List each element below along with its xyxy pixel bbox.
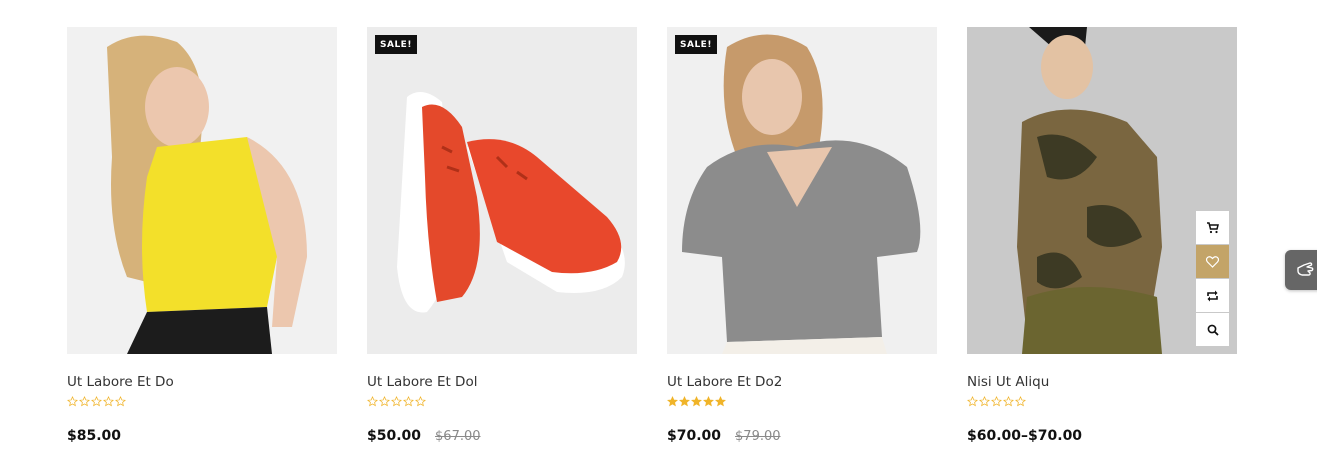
star-icon bbox=[115, 396, 126, 407]
star-icon bbox=[667, 396, 678, 407]
product-image[interactable] bbox=[967, 27, 1237, 354]
product-old-price: $79.00 bbox=[735, 429, 781, 444]
cart-icon bbox=[1206, 221, 1219, 233]
product-actions bbox=[1196, 211, 1229, 346]
compare-button[interactable] bbox=[1196, 279, 1229, 312]
star-icon bbox=[715, 396, 726, 407]
hand-pointer-icon bbox=[1297, 262, 1314, 276]
star-icon bbox=[415, 396, 426, 407]
product-card[interactable]: Nisi Ut Aliqu $60.00–$70.00 bbox=[967, 27, 1237, 444]
floating-tool-button[interactable] bbox=[1285, 250, 1317, 290]
product-grid: Ut Labore Et Do $85.00 SALE! Ut Labore E… bbox=[67, 27, 1237, 444]
price-row: $85.00 bbox=[67, 428, 337, 444]
star-icon bbox=[691, 396, 702, 407]
product-title[interactable]: Ut Labore Et Do bbox=[67, 374, 337, 390]
star-icon bbox=[991, 396, 1002, 407]
product-card[interactable]: SALE! Ut Labore Et Do2 $70.00 $79.00 bbox=[667, 27, 937, 444]
product-title[interactable]: Ut Labore Et Do2 bbox=[667, 374, 937, 390]
rating-stars bbox=[67, 396, 337, 408]
wishlist-button[interactable] bbox=[1196, 245, 1229, 278]
price-row: $50.00 $67.00 bbox=[367, 428, 637, 444]
product-price: $85.00 bbox=[67, 428, 122, 444]
star-icon bbox=[79, 396, 90, 407]
star-icon bbox=[703, 396, 714, 407]
compare-icon bbox=[1207, 290, 1218, 301]
star-icon bbox=[979, 396, 990, 407]
star-icon bbox=[1015, 396, 1026, 407]
star-icon bbox=[967, 396, 978, 407]
sale-badge: SALE! bbox=[375, 35, 417, 54]
star-icon bbox=[103, 396, 114, 407]
price-row: $60.00–$70.00 bbox=[967, 428, 1237, 444]
star-icon bbox=[391, 396, 402, 407]
rating-stars bbox=[667, 396, 937, 408]
search-icon bbox=[1207, 324, 1219, 336]
product-old-price: $67.00 bbox=[435, 429, 481, 444]
heart-icon bbox=[1206, 255, 1219, 268]
star-icon bbox=[67, 396, 78, 407]
product-title[interactable]: Nisi Ut Aliqu bbox=[967, 374, 1237, 390]
product-price: $70.00 bbox=[667, 428, 722, 444]
quick-view-button[interactable] bbox=[1196, 313, 1229, 346]
rating-stars bbox=[367, 396, 637, 408]
star-icon bbox=[679, 396, 690, 407]
product-title[interactable]: Ut Labore Et Dol bbox=[367, 374, 637, 390]
star-icon bbox=[367, 396, 378, 407]
product-price: $50.00 bbox=[367, 428, 422, 444]
product-card[interactable]: Ut Labore Et Do $85.00 bbox=[67, 27, 337, 444]
star-icon bbox=[403, 396, 414, 407]
product-card[interactable]: SALE! Ut Labore Et Dol $50.00 $67.00 bbox=[367, 27, 637, 444]
star-icon bbox=[91, 396, 102, 407]
price-row: $70.00 $79.00 bbox=[667, 428, 937, 444]
product-price: $60.00–$70.00 bbox=[967, 428, 1083, 444]
product-image[interactable] bbox=[67, 27, 337, 354]
star-icon bbox=[1003, 396, 1014, 407]
sale-badge: SALE! bbox=[675, 35, 717, 54]
rating-stars bbox=[967, 396, 1237, 408]
product-image[interactable]: SALE! bbox=[667, 27, 937, 354]
product-image[interactable]: SALE! bbox=[367, 27, 637, 354]
add-to-cart-button[interactable] bbox=[1196, 211, 1229, 244]
star-icon bbox=[379, 396, 390, 407]
